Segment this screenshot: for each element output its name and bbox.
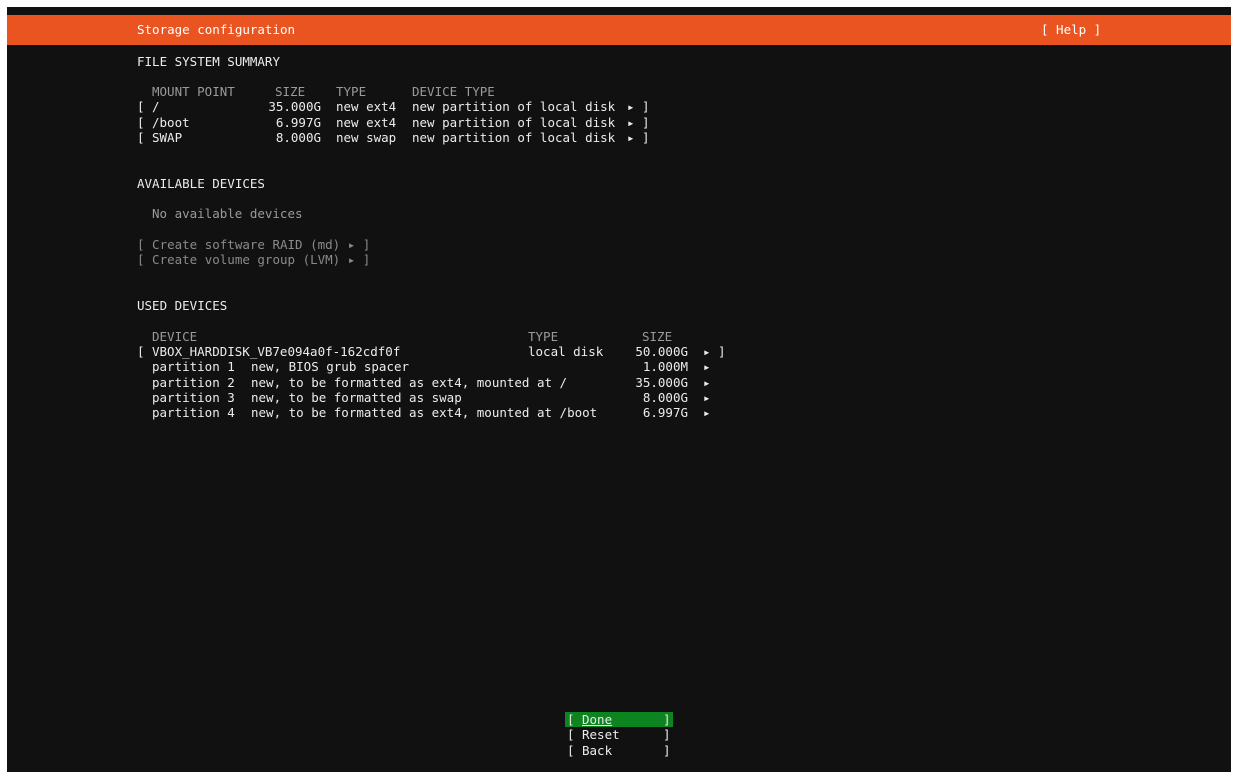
back-label: Back — [582, 743, 613, 758]
fs-summary-header-row: MOUNT POINT SIZE TYPE DEVICE TYPE — [7, 84, 1231, 99]
partition-desc: new, to be formatted as swap — [251, 390, 462, 405]
fs-type: new ext4 — [336, 115, 397, 130]
back-button[interactable]: [ Back ] — [565, 743, 673, 758]
disk-size: 50.000G — [635, 344, 688, 359]
create-raid-button[interactable]: [ Create software RAID (md) ▸ ] — [137, 237, 370, 252]
partition-size: 1.000M — [642, 359, 688, 374]
fs-type: new swap — [336, 130, 397, 145]
mount-point: SWAP — [152, 130, 183, 145]
create-lvm-button[interactable]: [ Create volume group (LVM) ▸ ] — [137, 252, 370, 267]
fs-size: 35.000G — [268, 99, 321, 114]
page-title: Storage configuration — [137, 22, 296, 37]
fs-row-boot[interactable]: [ /boot 6.997G new ext4 new partition of… — [7, 115, 1231, 130]
col-device: DEVICE — [152, 329, 198, 344]
help-button[interactable]: [ Help ] — [1041, 22, 1101, 37]
installer-screen: Storage configuration [ Help ] FILE SYST… — [7, 7, 1231, 772]
partition-size: 6.997G — [642, 405, 688, 420]
fs-device-type: new partition of local disk — [412, 130, 616, 145]
arrow-right-icon: ▸ — [627, 130, 635, 145]
mount-point: /boot — [152, 115, 190, 130]
col-device-type: DEVICE TYPE — [412, 84, 495, 99]
fs-type: new ext4 — [336, 99, 397, 114]
col-size: SIZE — [642, 329, 673, 344]
disk-name: VBOX_HARDDISK_VB7e094a0f-162cdf0f — [152, 344, 401, 359]
arrow-right-icon: ▸ — [703, 359, 711, 374]
mount-point: / — [152, 99, 160, 114]
arrow-right-icon: ▸ — [627, 115, 635, 130]
col-type: TYPE — [336, 84, 367, 99]
partition-name: partition 3 — [152, 390, 235, 405]
partition-name: partition 1 — [152, 359, 235, 374]
reset-button[interactable]: [ Reset ] — [565, 727, 673, 742]
partition-desc: new, to be formatted as ext4, mounted at… — [251, 375, 568, 390]
partition-desc: new, BIOS grub spacer — [251, 359, 410, 374]
partition-size: 35.000G — [635, 375, 688, 390]
partition-size: 8.000G — [642, 390, 688, 405]
partition-desc: new, to be formatted as ext4, mounted at… — [251, 405, 598, 420]
fs-row-swap[interactable]: [ SWAP 8.000G new swap new partition of … — [7, 130, 1231, 145]
partition-row[interactable]: partition 1 new, BIOS grub spacer 1.000M… — [7, 359, 1231, 374]
arrow-right-icon: ▸ — [703, 405, 711, 420]
no-devices-text: No available devices — [152, 206, 303, 221]
arrow-right-icon: ▸ — [703, 375, 711, 390]
partition-row[interactable]: partition 2 new, to be formatted as ext4… — [7, 375, 1231, 390]
header-bar: Storage configuration [ Help ] — [7, 15, 1231, 45]
col-type: TYPE — [528, 329, 559, 344]
available-devices-heading: AVAILABLE DEVICES — [137, 176, 265, 191]
fs-device-type: new partition of local disk — [412, 115, 616, 130]
partition-name: partition 2 — [152, 375, 235, 390]
fs-row-root[interactable]: [ / 35.000G new ext4 new partition of lo… — [7, 99, 1231, 114]
partition-row[interactable]: partition 3 new, to be formatted as swap… — [7, 390, 1231, 405]
fs-size: 6.997G — [275, 115, 321, 130]
arrow-right-icon: ▸ — [703, 390, 711, 405]
reset-label: Reset — [582, 727, 620, 742]
partition-name: partition 4 — [152, 405, 235, 420]
fs-device-type: new partition of local disk — [412, 99, 616, 114]
col-mount-point: MOUNT POINT — [152, 84, 235, 99]
used-devices-header-row: DEVICE TYPE SIZE — [7, 329, 1231, 344]
fs-summary-heading: FILE SYSTEM SUMMARY — [137, 54, 280, 69]
used-devices-heading: USED DEVICES — [137, 298, 228, 313]
col-size: SIZE — [275, 84, 306, 99]
disk-row[interactable]: [ VBOX_HARDDISK_VB7e094a0f-162cdf0f loca… — [7, 344, 1231, 359]
partition-row[interactable]: partition 4 new, to be formatted as ext4… — [7, 405, 1231, 420]
done-label: Done — [582, 712, 613, 727]
arrow-right-icon: ▸ — [703, 344, 711, 359]
arrow-right-icon: ▸ — [627, 99, 635, 114]
done-button[interactable]: [ Done ] — [565, 712, 673, 727]
disk-type: local disk — [528, 344, 604, 359]
fs-size: 8.000G — [275, 130, 321, 145]
